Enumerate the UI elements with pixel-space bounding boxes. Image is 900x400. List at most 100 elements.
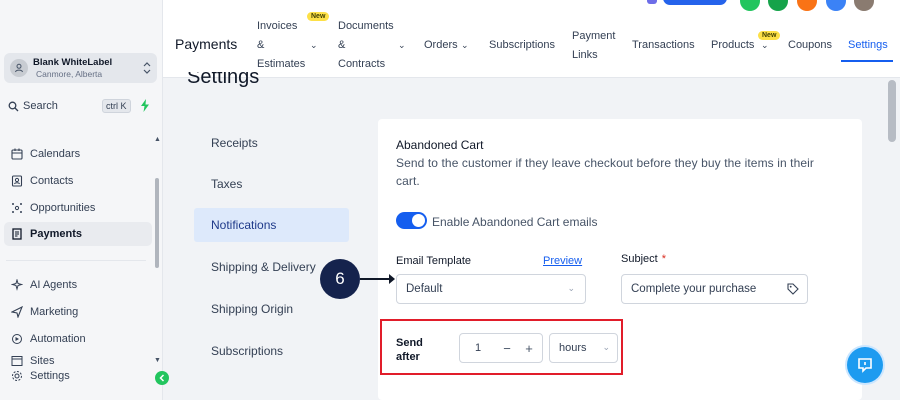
sidebar-item-ai-agents[interactable]: AI Agents [4, 273, 152, 297]
tab-label: Invoices [257, 20, 298, 32]
sidebar: Blank WhiteLabel Canmore, Alberta Search… [0, 0, 169, 400]
search-label: Search [23, 100, 58, 112]
chat-icon [858, 358, 872, 373]
tab-transactions[interactable]: Transactions [632, 36, 695, 55]
sidebar-divider [6, 260, 146, 261]
chevron-left-icon [159, 374, 165, 382]
decrement-button[interactable]: − [496, 341, 518, 356]
sidebar-item-contacts[interactable]: Contacts [4, 169, 152, 193]
page-title: Settings [187, 72, 259, 92]
tab-label: Payment [572, 30, 616, 42]
step-number-badge: 6 [320, 259, 360, 299]
email-template-label: Email Template [396, 255, 471, 267]
payments-icon [10, 227, 24, 241]
notifications-icon[interactable] [768, 0, 788, 11]
sidebar-item-label: Marketing [30, 306, 79, 318]
new-badge: New [307, 12, 330, 21]
tab-settings[interactable]: Settings [848, 36, 888, 55]
marketing-icon [10, 305, 24, 319]
phone-icon[interactable] [740, 0, 760, 11]
sidebar-item-marketing[interactable]: Marketing [4, 300, 152, 324]
tag-icon[interactable] [787, 283, 799, 298]
bolt-icon[interactable] [140, 99, 150, 117]
chat-support-button[interactable] [847, 347, 883, 383]
app-icon[interactable] [647, 0, 657, 4]
subnav-notifications[interactable]: Notifications [194, 208, 349, 242]
send-after-stepper[interactable]: 1 − + [459, 333, 543, 363]
subject-label: Subject * [621, 253, 666, 265]
search-icon [8, 101, 19, 111]
send-after-label: Send after [396, 336, 423, 364]
toggle-label: Enable Abandoned Cart emails [432, 215, 598, 229]
scroll-down-icon[interactable]: ▼ [154, 357, 161, 364]
search-bar[interactable]: Search ctrl K [4, 96, 134, 116]
location-name: Blank WhiteLabel [33, 57, 113, 68]
sites-icon [10, 354, 24, 368]
main-scrollbar[interactable] [888, 80, 896, 142]
abandoned-cart-toggle[interactable] [396, 212, 427, 229]
sidebar-item-label: Automation [30, 333, 86, 345]
collapse-sidebar-button[interactable] [155, 371, 169, 385]
annotation-arrow [360, 274, 395, 284]
subnav-receipts[interactable]: Receipts [194, 126, 349, 160]
tab-products[interactable]: Products [711, 36, 754, 55]
tab-orders[interactable]: Orders [424, 36, 458, 55]
subnav-shipping-origin[interactable]: Shipping Origin [194, 292, 349, 326]
sidebar-item-label: Sites [30, 355, 55, 367]
tab-subscriptions[interactable]: Subscriptions [489, 36, 555, 55]
sidebar-item-calendars[interactable]: Calendars [4, 142, 152, 166]
required-marker: * [661, 253, 666, 265]
chevron-down-icon[interactable]: ⌄ [761, 40, 769, 51]
sidebar-item-payments[interactable]: Payments [4, 222, 152, 246]
subject-label-text: Subject [621, 253, 658, 265]
tab-label: & [338, 39, 346, 51]
sidebar-item-settings[interactable]: Settings [4, 368, 152, 384]
search-shortcut: ctrl K [102, 99, 131, 113]
automation-icon [10, 332, 24, 346]
sidebar-item-automation[interactable]: Automation [4, 327, 152, 351]
subnav-subscriptions[interactable]: Subscriptions [194, 334, 349, 368]
user-avatar[interactable] [854, 0, 874, 11]
sidebar-item-label: Settings [30, 370, 70, 382]
email-template-select[interactable]: Default ⌄ [396, 274, 586, 304]
chevron-down-icon: ⌄ [567, 283, 575, 293]
tab-documents-contracts[interactable]: Documents & Contracts [338, 17, 394, 74]
send-after-value[interactable]: 1 [460, 342, 496, 354]
location-avatar-icon [10, 59, 28, 77]
tab-invoices-estimates[interactable]: Invoices & Estimates [257, 17, 305, 74]
tab-label: Contracts [338, 58, 386, 70]
settings-icon [10, 369, 24, 383]
abandoned-cart-card: Abandoned Cart Send to the customer if t… [378, 119, 862, 400]
sidebar-item-label: Payments [30, 228, 82, 240]
sidebar-item-label: AI Agents [30, 279, 78, 291]
chevron-down-icon[interactable]: ⌄ [461, 40, 469, 51]
contacts-icon [10, 174, 24, 188]
tab-label: Documents [338, 20, 394, 32]
subnav-taxes[interactable]: Taxes [194, 167, 349, 201]
subject-value: Complete your purchase [631, 283, 757, 295]
sidebar-item-sites[interactable]: Sites [4, 354, 152, 368]
location-switcher[interactable]: Blank WhiteLabel Canmore, Alberta [4, 53, 157, 83]
tab-payment-links[interactable]: Payment Links [572, 27, 615, 65]
help-icon[interactable] [826, 0, 846, 11]
sidebar-item-label: Contacts [30, 175, 74, 187]
alerts-icon[interactable] [797, 0, 817, 11]
card-title: Abandoned Cart [396, 138, 484, 152]
sidebar-item-opportunities[interactable]: Opportunities [4, 196, 152, 220]
page-title-text: Settings [187, 72, 260, 88]
increment-button[interactable]: + [518, 341, 540, 356]
chevron-updown-icon [143, 61, 151, 80]
send-after-label-line: Send [396, 337, 423, 349]
tab-coupons[interactable]: Coupons [788, 36, 832, 55]
sidebar-item-label: Calendars [30, 148, 81, 160]
sidebar-scrollbar[interactable] [155, 178, 159, 268]
calendar-icon [10, 147, 24, 161]
chevron-down-icon[interactable]: ⌄ [398, 40, 406, 51]
send-after-highlight: Send after 1 − + hours ⌄ [380, 319, 623, 375]
preview-link[interactable]: Preview [543, 255, 582, 267]
header-action-button[interactable] [663, 0, 727, 5]
send-after-unit-select[interactable]: hours ⌄ [549, 333, 618, 363]
subject-field[interactable]: Complete your purchase [621, 274, 808, 304]
chevron-down-icon[interactable]: ⌄ [310, 40, 318, 51]
scroll-up-icon[interactable]: ▲ [154, 136, 161, 143]
